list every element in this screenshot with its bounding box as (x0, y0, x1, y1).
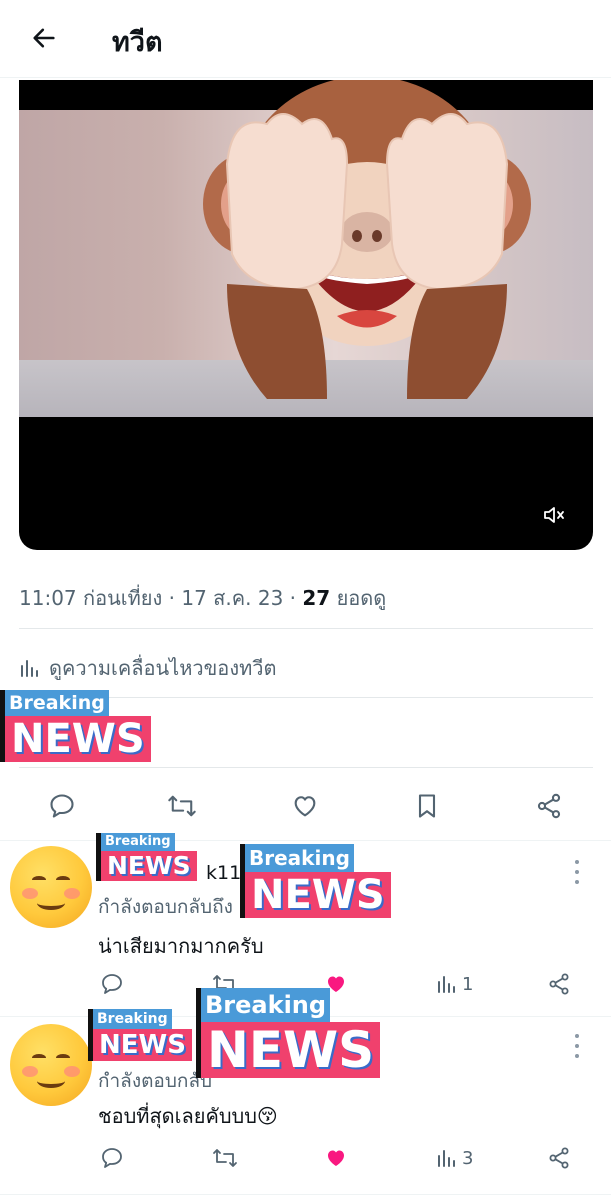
more-options-button[interactable] (567, 860, 587, 884)
breaking-news-sticker: Breaking NEWS (96, 830, 197, 881)
back-button[interactable] (22, 18, 66, 58)
sticker-news: NEWS (196, 1022, 381, 1078)
breaking-news-sticker: Breaking NEWS (240, 844, 391, 918)
retweet-icon (213, 1149, 237, 1167)
bookmark-icon (418, 794, 436, 818)
share-button[interactable] (527, 786, 571, 826)
tweet-analytics-link[interactable]: ดูความเคลื่อนไหวของทวีต (19, 652, 277, 684)
reply-text: น่าเสียมากมากครับ (98, 934, 264, 958)
speaker-muted-icon (544, 507, 564, 523)
views-count: 1 (462, 973, 474, 995)
sticker-breaking: Breaking (88, 1009, 172, 1029)
reply-handle-fragment: k11 (206, 862, 242, 884)
analytics-icon (21, 660, 38, 677)
bookmark-button[interactable] (405, 786, 449, 826)
page-title: ทวีต (112, 27, 163, 58)
avatar-eye (32, 1054, 46, 1062)
divider (0, 1194, 611, 1195)
retweet-button[interactable] (160, 786, 204, 826)
reply-icon (102, 1148, 122, 1168)
analytics-label: ดูความเคลื่อนไหวของทวีต (49, 656, 277, 680)
avatar-eye (56, 876, 70, 884)
views-button[interactable]: 3 (436, 1140, 473, 1176)
video-frame (19, 80, 593, 417)
reply-to-label: กำลังตอบกลับ (98, 1070, 213, 1092)
sticker-news: NEWS (96, 851, 197, 881)
reply-icon (50, 794, 74, 818)
like-button[interactable] (283, 786, 327, 826)
reply-button[interactable] (40, 786, 84, 826)
like-button[interactable] (324, 1140, 348, 1176)
tweet-media[interactable] (19, 80, 593, 550)
share-icon (537, 793, 561, 819)
reply-button[interactable] (100, 1140, 124, 1176)
top-bar: ทวีต (0, 0, 611, 78)
avatar[interactable] (10, 846, 92, 928)
breaking-news-sticker: Breaking NEWS (196, 988, 381, 1078)
more-options-button[interactable] (567, 1034, 587, 1058)
avatar[interactable] (10, 1024, 92, 1106)
share-button[interactable] (547, 966, 571, 1002)
views-count: 3 (462, 1147, 474, 1169)
heart-filled-icon (328, 1150, 344, 1166)
divider (19, 628, 593, 629)
avatar-cheek (64, 1066, 80, 1077)
avatar-mouth (37, 1074, 65, 1088)
retweet-icon (168, 795, 196, 817)
divider (19, 767, 593, 768)
tweet-date: 17 ส.ค. 23 (181, 586, 284, 610)
avatar-cheek (64, 888, 80, 899)
mute-button[interactable] (539, 500, 569, 530)
tweet-meta: 11:07 ก่อนเที่ยง · 17 ส.ค. 23 · 27 ยอดดู (19, 586, 387, 610)
sticker-breaking: Breaking (196, 988, 331, 1022)
avatar-mouth (37, 896, 65, 910)
avatar-eye (32, 876, 46, 884)
sticker-news: NEWS (88, 1029, 192, 1061)
avatar-cheek (22, 1066, 38, 1077)
tweet-time: 11:07 ก่อนเที่ยง (19, 586, 163, 610)
avatar-cheek (22, 888, 38, 899)
reply-actions: 3 (0, 1140, 611, 1176)
sticker-news: NEWS (0, 716, 151, 762)
reply-button[interactable] (100, 966, 124, 1002)
share-icon (549, 973, 569, 995)
breaking-news-sticker: Breaking NEWS (88, 1008, 192, 1061)
heart-icon (294, 796, 316, 817)
tweet-actions (0, 782, 611, 830)
sticker-breaking: Breaking (240, 844, 354, 872)
avatar-eye (56, 1054, 70, 1062)
reply-text: ชอบที่สุดเลยคับบบ😚 (98, 1104, 278, 1128)
reply-icon (102, 974, 122, 994)
breaking-news-sticker: Breaking NEWS (0, 690, 151, 762)
retweet-button[interactable] (212, 1140, 238, 1176)
views-button[interactable]: 1 (436, 966, 473, 1002)
see-no-evil-monkey-icon (203, 80, 531, 399)
tweet-views-count: 27 (302, 586, 331, 610)
sticker-breaking: Breaking (96, 833, 175, 851)
arrow-left-icon (33, 28, 55, 48)
reply-item[interactable]: กำลังตอบกลับ ชอบที่สุดเลยคับบบ😚 Breaking… (0, 988, 611, 1192)
analytics-icon (438, 976, 455, 993)
reply-to-label: กำลังตอบกลับถึง (98, 896, 233, 918)
tweet-views-label: ยอดดู (336, 586, 387, 610)
analytics-icon (438, 1150, 455, 1167)
sticker-news: NEWS (240, 872, 391, 918)
sticker-breaking: Breaking (0, 690, 109, 716)
share-button[interactable] (547, 1140, 571, 1176)
share-icon (549, 1147, 569, 1169)
